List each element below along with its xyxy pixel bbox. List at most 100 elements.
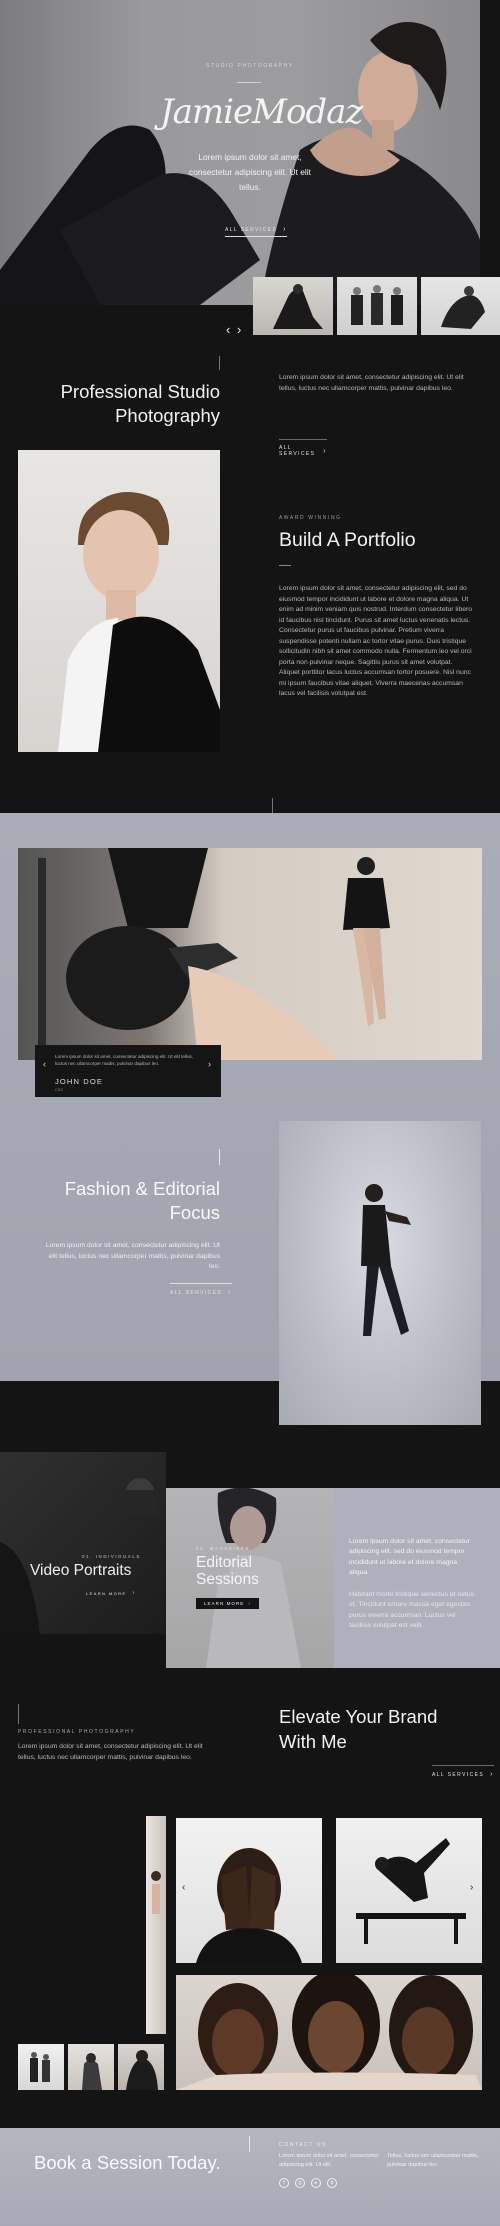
mini-thumbnail-2[interactable] — [68, 2044, 114, 2090]
portrait-young-man-image — [18, 450, 220, 752]
editorial-eyebrow: 02. MAGAZINES — [196, 1546, 250, 1551]
elevate-body-text: Lorem ipsum dolor sit amet, consectetur … — [18, 1743, 203, 1761]
video-learn-more-link[interactable]: LEARN MORE › — [86, 1590, 136, 1596]
footer-contact-text-2: Tellus, luctus nec ullamcorper mattis, p… — [387, 2153, 479, 2168]
testimonial-quote: Lorem ipsum dolor sit amet, consectetur … — [55, 1054, 194, 1066]
fashion-link-label: ALL SERVICES — [170, 1289, 223, 1296]
hero-thumbnail-3[interactable] — [421, 277, 500, 335]
fashion-title: Fashion & Editorial Focus — [20, 1177, 220, 1225]
footer-cta: Book a Session Today. — [34, 2152, 221, 2173]
instagram-icon[interactable]: ◎ — [295, 2178, 305, 2188]
hero-eyebrow: STUDIO PHOTOGRAPHY — [206, 63, 294, 69]
testimonial-name: JOHN DOE — [55, 1077, 104, 1086]
testimonial-card: ‹ Lorem ipsum dolor sit amet, consectetu… — [35, 1045, 221, 1097]
footer-contact-text-1: Lorem ipsum dolor sit amet, consectetur … — [279, 2153, 379, 2168]
footer-eyebrow: CONTACT US — [279, 2142, 328, 2148]
fashion-title-line-1: Fashion & Editorial — [64, 1178, 220, 1199]
videographer-illustration — [0, 1478, 158, 1634]
video-portraits-card[interactable]: 01. INDIVIDUALS Video Portraits LEARN MO… — [0, 1452, 166, 1634]
hero-all-services-link[interactable]: ALL SERVICES › — [225, 226, 287, 237]
dancer-figure-illustration — [361, 1184, 411, 1336]
elevate-divider — [18, 1704, 19, 1724]
hands-over-face-illustration — [196, 1848, 302, 1963]
gallery-image-falling-figure[interactable]: › — [336, 1818, 482, 1963]
hero-eyebrow-divider — [237, 82, 261, 83]
editorial-sessions-card[interactable]: 02. MAGAZINES Editorial Sessions LEARN M… — [166, 1488, 500, 1668]
hero-carousel-next[interactable]: › — [237, 322, 241, 337]
hero-link-label: ALL SERVICES — [225, 226, 278, 233]
chevron-right-icon: › — [132, 1590, 136, 1596]
youtube-icon[interactable]: ▸ — [311, 2178, 321, 2188]
elevate-eyebrow: PROFESSIONAL PHOTOGRAPHY — [18, 1729, 136, 1735]
hero-thumbnail-1[interactable] — [253, 277, 333, 335]
hero-thumbnail-2[interactable] — [337, 277, 417, 335]
portfolio-divider — [279, 565, 291, 566]
hero-body-text: Lorem ipsum dolor sit amet, consectetur … — [189, 152, 311, 192]
chevron-right-icon: › — [283, 226, 287, 233]
studio-link-label: ALL SERVICES — [279, 445, 316, 457]
fashion-body-text: Lorem ipsum dolor sit amet, consectetur … — [45, 1242, 220, 1270]
editorial-learn-more-button[interactable]: LEARN MORE › — [196, 1598, 259, 1609]
social-icons-row: f ◎ ▸ p — [279, 2178, 337, 2188]
elevate-all-services-link[interactable]: ALL SERVICES › — [432, 1765, 494, 1778]
hero-signature-logo: JamieModaz — [160, 92, 363, 132]
footer-section: Book a Session Today. CONTACT US Lorem i… — [0, 2128, 500, 2226]
studio-title: Professional Studio Photography — [20, 380, 220, 428]
portfolio-eyebrow: AWARD WINNING — [279, 515, 342, 521]
chevron-right-icon: › — [490, 1771, 494, 1778]
editorial-title-line-2: Sessions — [196, 1571, 259, 1588]
photographer-and-model-illustration — [38, 848, 390, 1060]
studio-all-services-link[interactable]: ALL SERVICES › — [279, 439, 327, 457]
mini-thumbnail-3[interactable] — [118, 2044, 164, 2090]
mini-thumbnail-1-illustration — [30, 2052, 50, 2082]
gallery-image-hands-face[interactable]: ‹ — [176, 1818, 322, 1963]
leaning-figure-illustration — [441, 286, 485, 329]
portfolio-body-text: Lorem ipsum dolor sit amet, consectetur … — [279, 585, 473, 697]
editorial-title: Editorial Sessions — [196, 1554, 259, 1588]
pinterest-icon[interactable]: p — [327, 2178, 337, 2188]
gallery-image-three-women[interactable] — [176, 1975, 482, 2090]
elevate-title: Elevate Your Brand With Me — [279, 1704, 437, 1754]
fashion-title-line-2: Focus — [169, 1202, 220, 1223]
testimonial-next-arrow[interactable]: › — [208, 1059, 211, 1069]
dancer-silhouette-illustration — [273, 284, 323, 329]
hero-carousel-prev[interactable]: ‹ — [226, 322, 230, 337]
portfolio-title: Build A Portfolio — [279, 529, 416, 551]
mini-thumbnail-2-illustration — [82, 2053, 102, 2090]
testimonial-prev-arrow[interactable]: ‹ — [43, 1059, 46, 1069]
elevate-title-line-2: With Me — [279, 1731, 347, 1752]
fashion-title-divider — [219, 1149, 220, 1165]
editorial-model-image: 02. MAGAZINES Editorial Sessions LEARN M… — [166, 1488, 334, 1668]
gallery-next-arrow[interactable]: › — [470, 1882, 473, 1893]
chevron-right-icon: › — [248, 1601, 251, 1606]
video-title: Video Portraits — [30, 1562, 132, 1579]
mini-thumbnail-3-illustration — [126, 2050, 158, 2090]
studio-title-divider — [219, 356, 220, 370]
mini-thumbnail-1[interactable] — [18, 2044, 64, 2090]
chevron-right-icon: › — [323, 447, 327, 455]
three-women-portrait-illustration — [176, 1975, 482, 2090]
fashion-all-services-link[interactable]: ALL SERVICES › — [170, 1283, 232, 1296]
gallery-side-panel — [146, 1816, 166, 2034]
grey-band-section: ‹ Lorem ipsum dolor sit amet, consectetu… — [0, 813, 500, 1425]
elevate-title-line-1: Elevate Your Brand — [279, 1706, 438, 1727]
testimonial-role: CEO — [55, 1088, 64, 1092]
footer-divider — [249, 2136, 250, 2152]
elevate-link-label: ALL SERVICES — [432, 1771, 485, 1778]
facebook-icon[interactable]: f — [279, 2178, 289, 2188]
video-link-label: LEARN MORE — [86, 1590, 127, 1596]
gallery-prev-arrow[interactable]: ‹ — [182, 1882, 185, 1893]
falling-figure-illustration — [356, 1838, 466, 1944]
group-figures-illustration — [351, 285, 403, 325]
young-man-portrait-illustration — [58, 492, 220, 752]
studio-body-text: Lorem ipsum dolor sit amet, consectetur … — [279, 374, 464, 392]
dancer-image — [279, 1121, 481, 1425]
editorial-body-text-2: Habitant morbi tristique senectus et net… — [349, 1591, 475, 1630]
hero-section: STUDIO PHOTOGRAPHY JamieModaz Lorem ipsu… — [0, 0, 500, 337]
chevron-right-icon: › — [228, 1289, 232, 1296]
behind-the-scenes-image — [18, 848, 482, 1060]
studio-title-line-2: Photography — [115, 405, 220, 426]
editorial-button-label: LEARN MORE — [204, 1601, 245, 1606]
video-eyebrow: 01. INDIVIDUALS — [82, 1554, 141, 1559]
editorial-body-text-1: Lorem ipsum dolor sit amet, consectetur … — [349, 1538, 470, 1577]
